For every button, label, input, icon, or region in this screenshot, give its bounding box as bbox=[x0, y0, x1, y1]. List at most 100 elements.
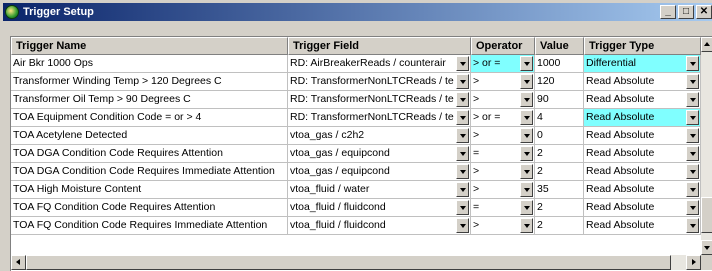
trigger-name-cell[interactable]: Air Bkr 1000 Ops bbox=[11, 55, 288, 73]
chevron-down-icon[interactable] bbox=[686, 218, 699, 233]
title-bar[interactable]: Trigger Setup _ □ ✕ bbox=[3, 3, 712, 21]
value-cell[interactable]: 2 bbox=[535, 163, 584, 181]
column-header-value[interactable]: Value bbox=[535, 37, 584, 55]
chevron-down-icon[interactable] bbox=[520, 182, 533, 197]
table-row[interactable]: Transformer Oil Temp > 90 Degrees C RD: T… bbox=[11, 91, 701, 109]
trigger-field-dropdown[interactable]: vtoa_fluid / fluidcond bbox=[288, 217, 471, 235]
column-header-operator[interactable]: Operator bbox=[471, 37, 535, 55]
chevron-down-icon[interactable] bbox=[520, 74, 533, 89]
column-header-trigger-field[interactable]: Trigger Field bbox=[288, 37, 471, 55]
trigger-field-dropdown[interactable]: vtoa_gas / equipcond bbox=[288, 163, 471, 181]
value-cell[interactable]: 2 bbox=[535, 145, 584, 163]
operator-dropdown[interactable]: > bbox=[471, 163, 535, 181]
value-cell[interactable]: 2 bbox=[535, 199, 584, 217]
trigger-name-cell[interactable]: TOA DGA Condition Code Requires Attentio… bbox=[11, 145, 288, 163]
chevron-down-icon[interactable] bbox=[520, 128, 533, 143]
value-cell[interactable]: 120 bbox=[535, 73, 584, 91]
horizontal-scrollbar[interactable] bbox=[11, 255, 701, 270]
value-cell[interactable]: 90 bbox=[535, 91, 584, 109]
table-row[interactable]: Transformer Winding Temp > 120 Degrees C… bbox=[11, 73, 701, 91]
operator-dropdown[interactable]: > bbox=[471, 91, 535, 109]
chevron-down-icon[interactable] bbox=[456, 164, 469, 179]
trigger-field-dropdown[interactable]: vtoa_gas / equipcond bbox=[288, 145, 471, 163]
operator-dropdown[interactable]: = bbox=[471, 199, 535, 217]
trigger-type-dropdown[interactable]: Read Absolute bbox=[584, 217, 701, 235]
trigger-type-dropdown[interactable]: Read Absolute bbox=[584, 145, 701, 163]
chevron-down-icon[interactable] bbox=[686, 182, 699, 197]
chevron-down-icon[interactable] bbox=[520, 218, 533, 233]
chevron-down-icon[interactable] bbox=[456, 218, 469, 233]
trigger-field-dropdown[interactable]: RD: TransformerNonLTCReads / te bbox=[288, 109, 471, 127]
chevron-down-icon[interactable] bbox=[686, 110, 699, 125]
chevron-down-icon[interactable] bbox=[456, 110, 469, 125]
operator-dropdown[interactable]: > bbox=[471, 73, 535, 91]
scroll-down-arrow-icon[interactable] bbox=[701, 240, 712, 255]
chevron-down-icon[interactable] bbox=[456, 128, 469, 143]
trigger-type-dropdown[interactable]: Read Absolute bbox=[584, 127, 701, 145]
trigger-name-cell[interactable]: Transformer Winding Temp > 120 Degrees C bbox=[11, 73, 288, 91]
chevron-down-icon[interactable] bbox=[686, 56, 699, 71]
chevron-down-icon[interactable] bbox=[456, 200, 469, 215]
chevron-down-icon[interactable] bbox=[456, 92, 469, 107]
trigger-type-dropdown[interactable]: Read Absolute bbox=[584, 73, 701, 91]
vertical-scrollbar[interactable] bbox=[701, 37, 712, 255]
close-button[interactable]: ✕ bbox=[696, 5, 712, 19]
operator-dropdown[interactable]: > bbox=[471, 181, 535, 199]
chevron-down-icon[interactable] bbox=[520, 146, 533, 161]
trigger-field-dropdown[interactable]: vtoa_fluid / fluidcond bbox=[288, 199, 471, 217]
column-header-trigger-name[interactable]: Trigger Name bbox=[11, 37, 288, 55]
trigger-name-cell[interactable]: TOA Equipment Condition Code = or > 4 bbox=[11, 109, 288, 127]
trigger-field-dropdown[interactable]: RD: TransformerNonLTCReads / te bbox=[288, 91, 471, 109]
value-cell[interactable]: 4 bbox=[535, 109, 584, 127]
trigger-type-dropdown[interactable]: Read Absolute bbox=[584, 91, 701, 109]
value-cell[interactable]: 2 bbox=[535, 217, 584, 235]
trigger-type-dropdown[interactable]: Read Absolute bbox=[584, 109, 701, 127]
table-row[interactable]: TOA DGA Condition Code Requires Attentio… bbox=[11, 145, 701, 163]
table-row[interactable]: Air Bkr 1000 Ops RD: AirBreakerReads / co… bbox=[11, 55, 701, 73]
trigger-name-cell[interactable]: TOA FQ Condition Code Requires Immediate… bbox=[11, 217, 288, 235]
scroll-left-arrow-icon[interactable] bbox=[11, 255, 26, 270]
chevron-down-icon[interactable] bbox=[456, 74, 469, 89]
operator-dropdown[interactable]: > bbox=[471, 127, 535, 145]
chevron-down-icon[interactable] bbox=[520, 56, 533, 71]
trigger-name-cell[interactable]: TOA DGA Condition Code Requires Immediat… bbox=[11, 163, 288, 181]
trigger-name-cell[interactable]: TOA FQ Condition Code Requires Attention bbox=[11, 199, 288, 217]
chevron-down-icon[interactable] bbox=[686, 128, 699, 143]
operator-dropdown[interactable]: > bbox=[471, 217, 535, 235]
trigger-field-dropdown[interactable]: RD: AirBreakerReads / counterair bbox=[288, 55, 471, 73]
chevron-down-icon[interactable] bbox=[686, 200, 699, 215]
table-row[interactable]: TOA Equipment Condition Code = or > 4 RD:… bbox=[11, 109, 701, 127]
trigger-type-dropdown[interactable]: Differential bbox=[584, 55, 701, 73]
table-row[interactable]: TOA FQ Condition Code Requires Immediate… bbox=[11, 217, 701, 235]
chevron-down-icon[interactable] bbox=[520, 110, 533, 125]
trigger-type-dropdown[interactable]: Read Absolute bbox=[584, 163, 701, 181]
trigger-field-dropdown[interactable]: vtoa_gas / c2h2 bbox=[288, 127, 471, 145]
chevron-down-icon[interactable] bbox=[686, 164, 699, 179]
table-row[interactable]: TOA FQ Condition Code Requires Attention… bbox=[11, 199, 701, 217]
trigger-field-dropdown[interactable]: vtoa_fluid / water bbox=[288, 181, 471, 199]
operator-dropdown[interactable]: > or = bbox=[471, 109, 535, 127]
operator-dropdown[interactable]: = bbox=[471, 145, 535, 163]
chevron-down-icon[interactable] bbox=[686, 146, 699, 161]
chevron-down-icon[interactable] bbox=[456, 56, 469, 71]
chevron-down-icon[interactable] bbox=[686, 92, 699, 107]
value-cell[interactable]: 0 bbox=[535, 127, 584, 145]
value-cell[interactable]: 1000 bbox=[535, 55, 584, 73]
value-cell[interactable]: 35 bbox=[535, 181, 584, 199]
chevron-down-icon[interactable] bbox=[520, 200, 533, 215]
maximize-button[interactable]: □ bbox=[678, 5, 694, 19]
chevron-down-icon[interactable] bbox=[456, 182, 469, 197]
column-header-trigger-type[interactable]: Trigger Type bbox=[584, 37, 701, 55]
table-row[interactable]: TOA Acetylene Detected vtoa_gas / c2h2 >0 R… bbox=[11, 127, 701, 145]
table-row[interactable]: TOA DGA Condition Code Requires Immediat… bbox=[11, 163, 701, 181]
chevron-down-icon[interactable] bbox=[520, 92, 533, 107]
trigger-name-cell[interactable]: Transformer Oil Temp > 90 Degrees C bbox=[11, 91, 288, 109]
trigger-name-cell[interactable]: TOA Acetylene Detected bbox=[11, 127, 288, 145]
chevron-down-icon[interactable] bbox=[456, 146, 469, 161]
operator-dropdown[interactable]: > or = bbox=[471, 55, 535, 73]
trigger-name-cell[interactable]: TOA High Moisture Content bbox=[11, 181, 288, 199]
table-row[interactable]: TOA High Moisture Content vtoa_fluid / wa… bbox=[11, 181, 701, 199]
vertical-scroll-thumb[interactable] bbox=[701, 197, 712, 233]
horizontal-scroll-thumb[interactable] bbox=[26, 255, 671, 270]
chevron-down-icon[interactable] bbox=[686, 74, 699, 89]
